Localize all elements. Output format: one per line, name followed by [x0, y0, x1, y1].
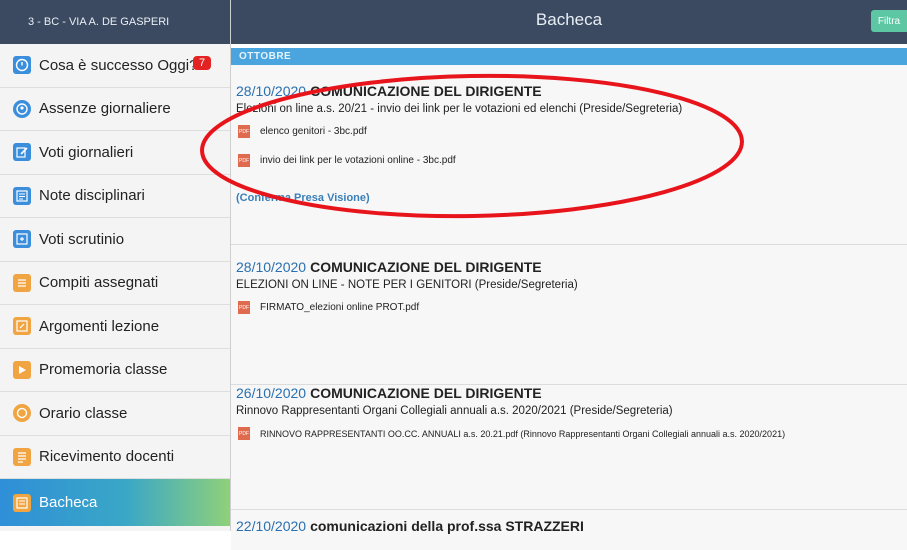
board-icon	[13, 493, 31, 512]
attachment-name: elenco genitori - 3bc.pdf	[260, 126, 367, 137]
top-bar: Bacheca Filtra	[231, 0, 907, 44]
confirm-read-link[interactable]: (Conferma Presa Visione)	[236, 192, 907, 204]
attachment-link[interactable]: PDF FIRMATO_elezioni online PROT.pdf	[236, 301, 907, 314]
sidebar: 3 - BC - VIA A. DE GASPERI Cosa è succes…	[0, 0, 231, 531]
attachment-name: FIRMATO_elezioni online PROT.pdf	[260, 302, 420, 313]
sidebar-item-label: Assenze giornaliere	[39, 100, 171, 118]
card-subject: Elezioni on line a.s. 20/21 - invio dei …	[236, 103, 683, 115]
board-list: 28/10/2020 COMUNICAZIONE DEL DIRIGENTE El…	[231, 65, 907, 550]
sidebar-item-label: Note disciplinari	[39, 187, 145, 205]
notification-badge: 7	[193, 56, 212, 70]
card-kind: COMUNICAZIONE DEL DIRIGENTE	[310, 385, 542, 401]
sidebar-item-label: Voti giornalieri	[39, 143, 134, 161]
sidebar-item-notes[interactable]: Note disciplinari	[0, 175, 230, 218]
board-card[interactable]: 26/10/2020 COMUNICAZIONE DEL DIRIGENTE Ri…	[231, 385, 907, 510]
card-kind: COMUNICAZIONE DEL DIRIGENTE	[310, 83, 542, 99]
report-icon	[13, 230, 31, 249]
pdf-icon: PDF	[238, 301, 250, 314]
sidebar-item-timetable[interactable]: Orario classe	[0, 392, 230, 436]
card-date: 28/10/2020	[236, 259, 307, 275]
sidebar-item-homework[interactable]: Compiti assegnati	[0, 262, 230, 305]
sidebar-item-label: Promemoria classe	[39, 361, 168, 379]
card-date: 22/10/2020	[236, 518, 307, 534]
pdf-icon: PDF	[238, 125, 250, 138]
calendar-icon	[13, 447, 31, 466]
sidebar-item-label: Compiti assegnati	[39, 274, 159, 292]
pdf-icon: PDF	[238, 427, 250, 440]
board-card[interactable]: 22/10/2020 comunicazioni della prof.ssa S…	[231, 510, 907, 550]
sidebar-item-label: Orario classe	[39, 404, 128, 422]
sidebar-item-label: Voti scrutinio	[39, 230, 125, 248]
card-date: 26/10/2020	[236, 385, 307, 401]
board-card[interactable]: 28/10/2020 COMUNICAZIONE DEL DIRIGENTE EL…	[231, 245, 907, 385]
card-kind: COMUNICAZIONE DEL DIRIGENTE	[310, 259, 542, 275]
sidebar-item-label: Ricevimento docenti	[39, 448, 175, 466]
attachment-link[interactable]: PDF invio dei link per le votazioni onlin…	[236, 154, 907, 167]
sidebar-item-daily-grades[interactable]: Voti giornalieri	[0, 131, 230, 175]
person-icon	[13, 99, 31, 118]
sidebar-item-absences[interactable]: Assenze giornaliere	[0, 88, 230, 131]
class-header: 3 - BC - VIA A. DE GASPERI	[0, 0, 230, 44]
sidebar-item-label: Argomenti lezione	[39, 317, 160, 335]
sidebar-item-teacher-meetings[interactable]: Ricevimento docenti	[0, 436, 230, 479]
sidebar-item-final-grades[interactable]: Voti scrutinio	[0, 218, 230, 262]
card-date: 28/10/2020	[236, 83, 307, 99]
book-icon	[13, 317, 31, 336]
sidebar-item-label: Bacheca	[39, 494, 98, 511]
month-header: OTTOBRE	[231, 48, 907, 65]
sidebar-item-reminders[interactable]: Promemoria classe	[0, 349, 230, 392]
sidebar-item-lesson-topics[interactable]: Argomenti lezione	[0, 305, 230, 349]
attachment-name: invio dei link per le votazioni online -…	[260, 155, 456, 166]
attachment-link[interactable]: PDF elenco genitori - 3bc.pdf	[236, 125, 907, 138]
tasks-icon	[13, 273, 31, 292]
card-kind: comunicazioni della prof.ssa STRAZZERI	[310, 518, 584, 534]
clock-icon	[13, 56, 31, 75]
sidebar-item-board[interactable]: Bacheca	[0, 479, 230, 526]
card-subject: Rinnovo Rappresentanti Organi Collegiali…	[236, 405, 673, 417]
filter-button[interactable]: Filtra	[871, 10, 907, 32]
class-name: 3 - BC - VIA A. DE GASPERI	[28, 16, 170, 28]
card-subject: ELEZIONI ON LINE - NOTE PER I GENITORI (…	[236, 279, 578, 291]
timetable-icon	[13, 404, 31, 423]
pdf-icon: PDF	[238, 154, 250, 167]
play-icon	[13, 360, 31, 379]
sidebar-item-label: Cosa è successo Oggi?	[39, 56, 198, 74]
sidebar-item-today[interactable]: Cosa è successo Oggi? 7	[0, 44, 230, 88]
attachment-link[interactable]: PDF RINNOVO RAPPRESENTANTI OO.CC. ANNUALI…	[236, 427, 907, 440]
attachment-name: RINNOVO RAPPRESENTANTI OO.CC. ANNUALI a.…	[260, 428, 786, 439]
edit-icon	[13, 143, 31, 162]
page-title: Bacheca	[535, 10, 603, 29]
board-card[interactable]: 28/10/2020 COMUNICAZIONE DEL DIRIGENTE El…	[231, 65, 907, 245]
notes-icon	[13, 186, 31, 205]
